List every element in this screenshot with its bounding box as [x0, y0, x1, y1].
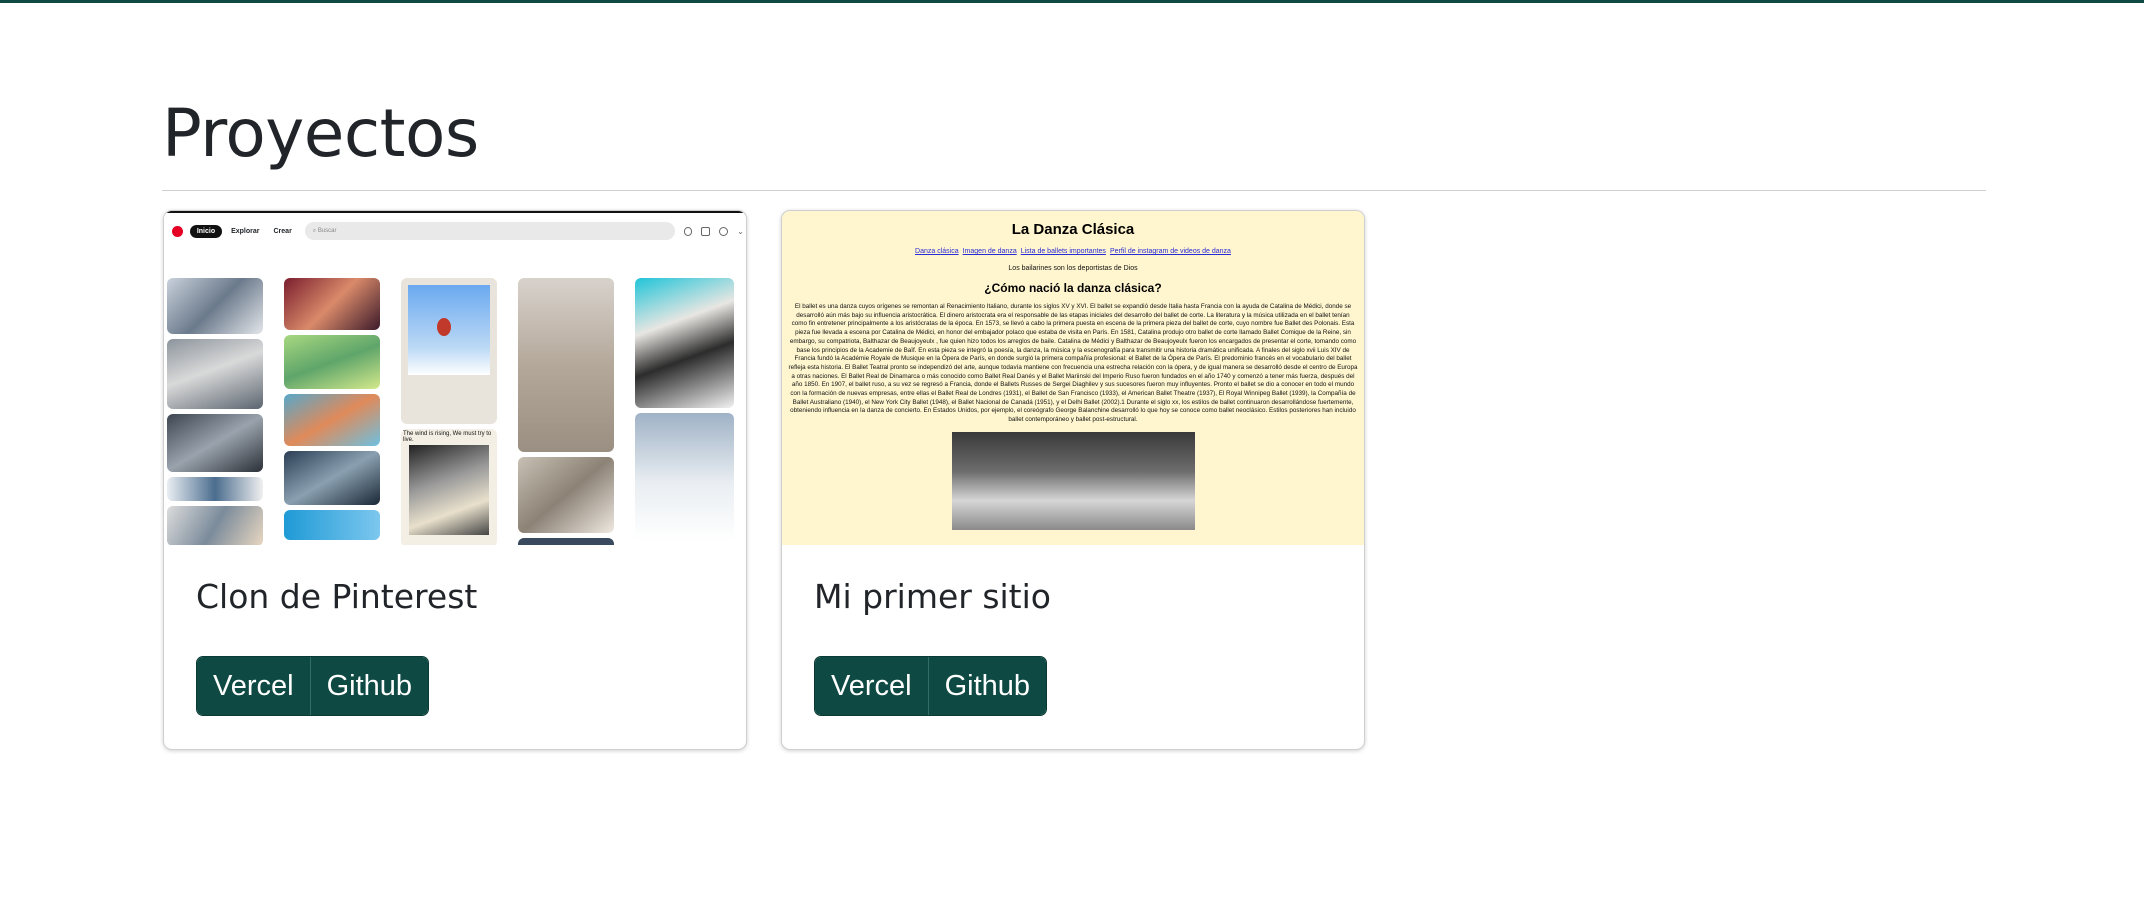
chevron-down-icon: ⌄ — [737, 226, 744, 236]
page-title: Proyectos — [162, 95, 479, 172]
preview-column: The wind is rising, We must try to live. — [401, 278, 497, 545]
preview-site-subtitle: ¿Cómo nació la danza clásica? — [984, 281, 1162, 295]
project-links: Vercel Github — [196, 656, 430, 716]
section-divider — [162, 190, 1986, 191]
project-links: Vercel Github — [814, 656, 1048, 716]
preview-column — [284, 278, 380, 545]
preview-site-paragraph: El ballet es una danza cuyos orígenes se… — [788, 303, 1358, 424]
preview-search-bar: ⌕ Buscar — [304, 222, 675, 240]
github-button[interactable]: Github — [927, 657, 1047, 715]
preview-column — [518, 278, 614, 545]
profile-icon — [719, 226, 729, 236]
preview-site-links: Danza clásica Imagen de danza Lista de bal… — [915, 248, 1231, 255]
preview-site-photo — [951, 431, 1195, 530]
danza-preview-image: La Danza Clásica Danza clásica Imagen de … — [782, 211, 1364, 545]
message-icon — [701, 226, 711, 236]
vercel-button[interactable]: Vercel — [815, 657, 928, 715]
bell-icon — [683, 226, 693, 236]
github-button[interactable]: Github — [309, 657, 429, 715]
project-title: Mi primer sitio — [814, 577, 1051, 616]
preview-navbar: Inicio Explorar Crear ⌕ Buscar ⌄ — [164, 217, 746, 245]
preview-nav-inicio: Inicio — [189, 224, 223, 238]
pinterest-preview-image: Inicio Explorar Crear ⌕ Buscar ⌄ The win… — [164, 211, 746, 545]
preview-column — [167, 278, 263, 545]
project-card-pinterest: Inicio Explorar Crear ⌕ Buscar ⌄ The win… — [163, 210, 747, 750]
project-title: Clon de Pinterest — [196, 577, 478, 616]
vercel-button[interactable]: Vercel — [197, 657, 310, 715]
preview-column — [635, 278, 734, 545]
preview-nav-explorar: Explorar — [231, 227, 260, 235]
preview-site-tagline: Los bailarines son los deportistas de Di… — [1008, 265, 1138, 272]
preview-site-title: La Danza Clásica — [1011, 221, 1135, 238]
preview-nav-crear: Crear — [273, 227, 292, 235]
project-card-danza: La Danza Clásica Danza clásica Imagen de … — [781, 210, 1365, 750]
pinterest-logo-icon — [172, 225, 183, 237]
